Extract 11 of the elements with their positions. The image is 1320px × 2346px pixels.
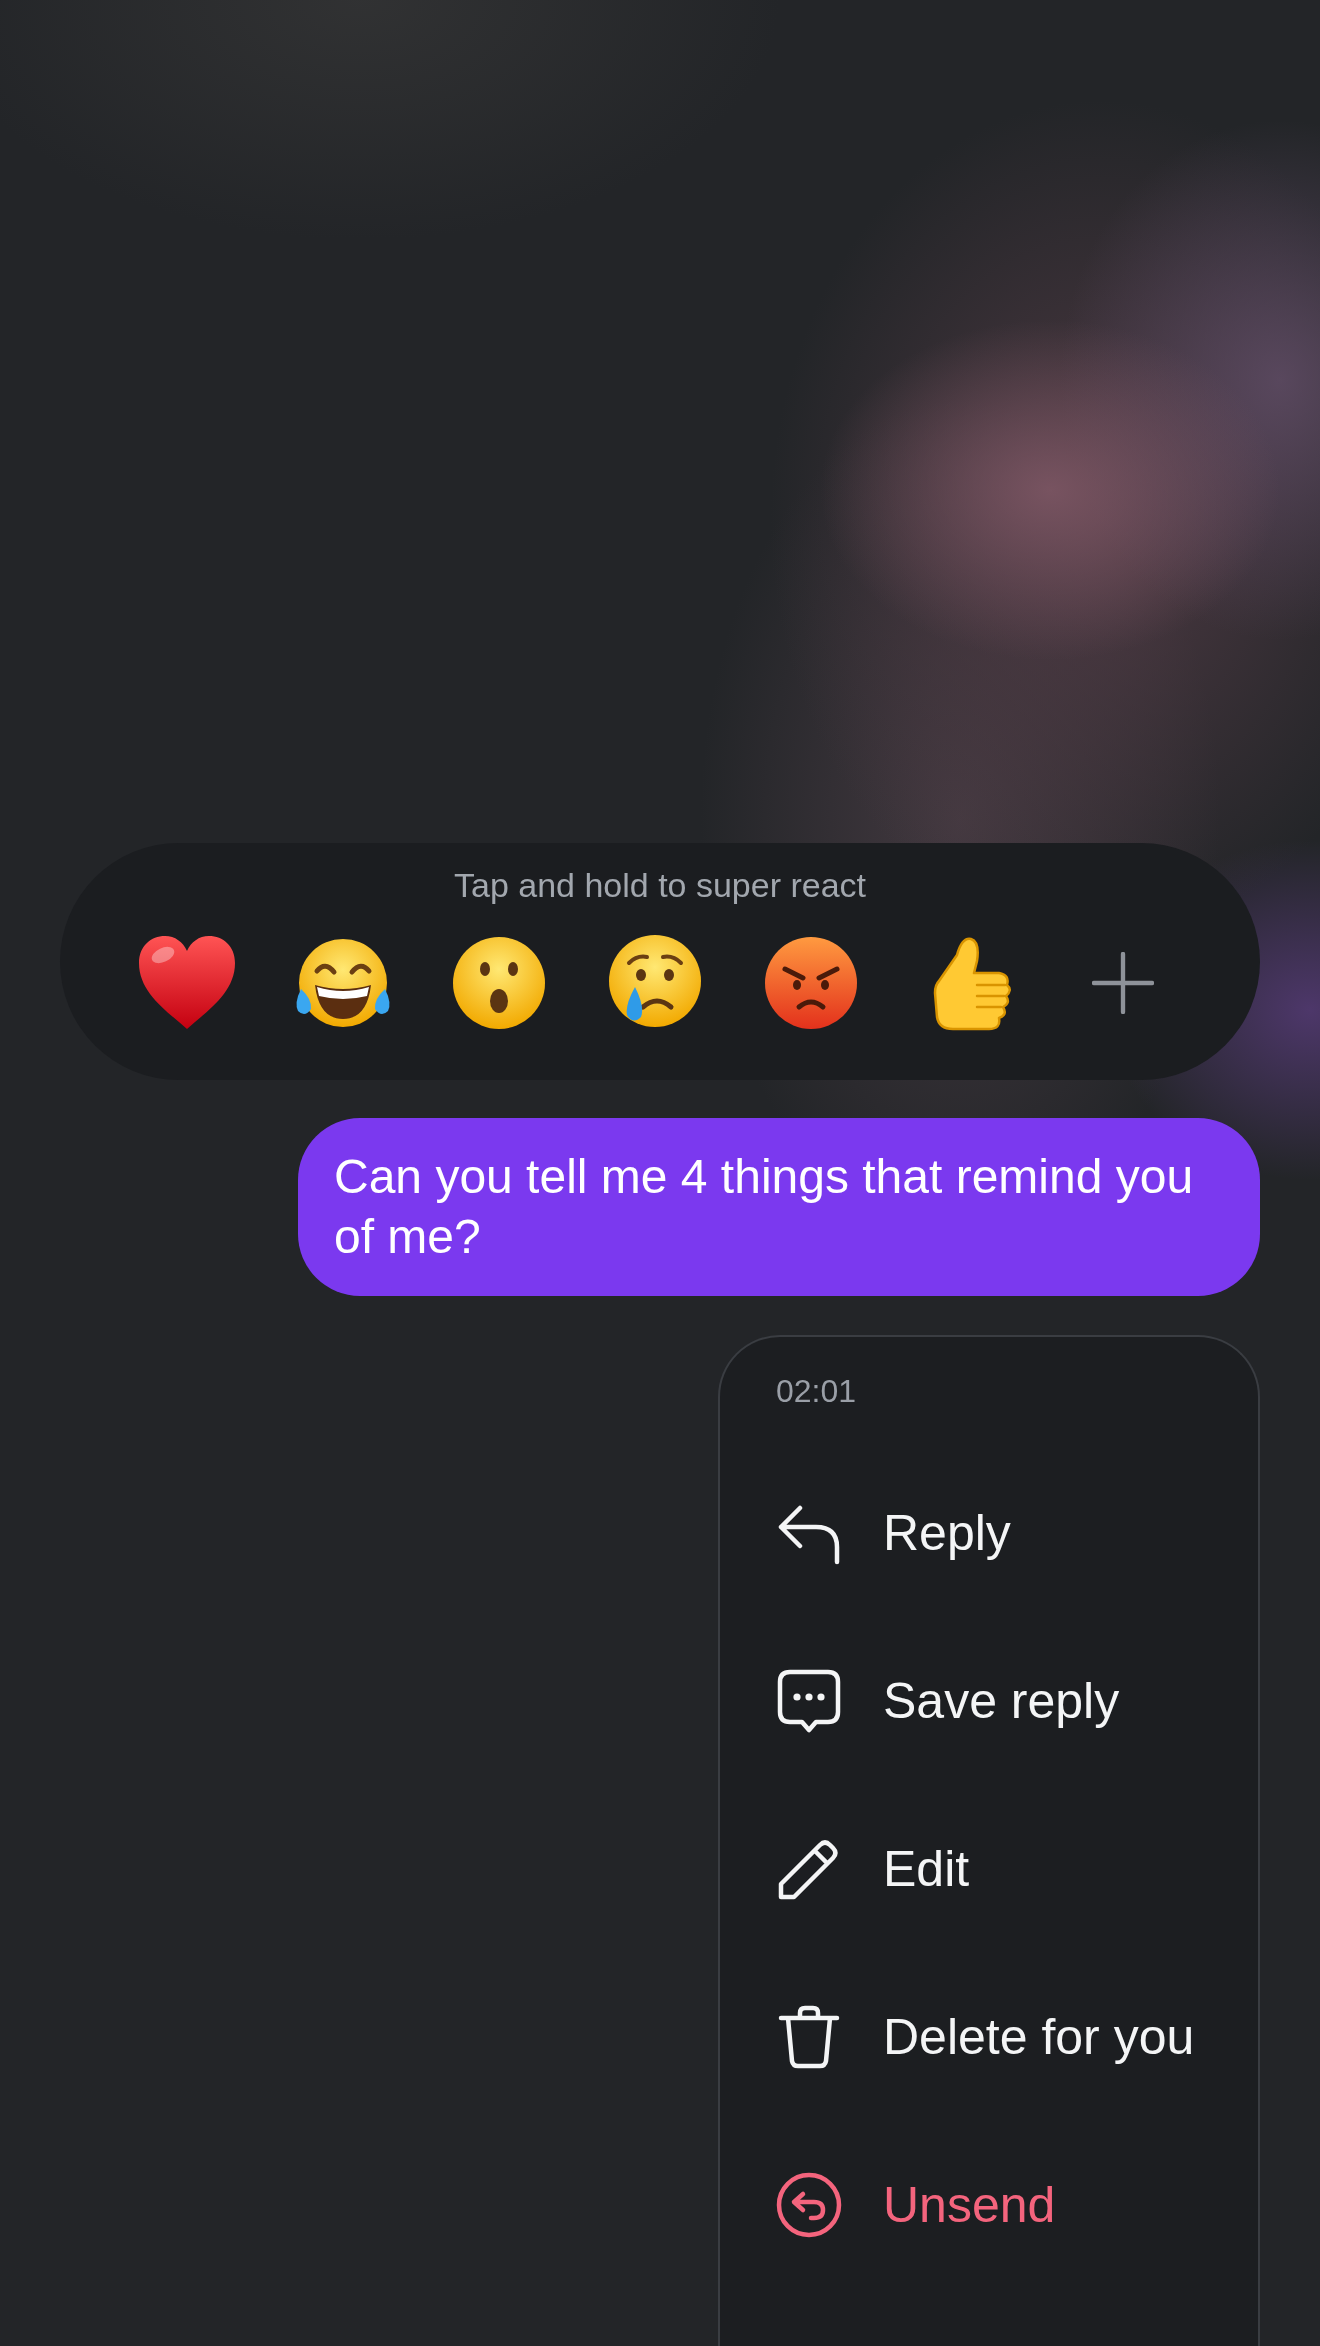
message-time: 02:01 — [776, 1372, 857, 1410]
edit-menu-item[interactable]: Edit — [776, 1836, 970, 1902]
message-text: Can you tell me 4 things that remind you of me? — [334, 1149, 1195, 1265]
unsend-menu-item[interactable]: Unsend — [776, 2172, 1056, 2238]
save-menu-item[interactable]: Save reply — [776, 1668, 1120, 1734]
reply-menu-item[interactable]: Reply — [776, 1500, 1011, 1566]
delete-menu-item[interactable]: Delete for you — [776, 2004, 1195, 2070]
speech-bubble-icon — [776, 1668, 842, 1734]
plus-icon[interactable] — [1092, 952, 1154, 1014]
trash-icon — [776, 2004, 842, 2070]
reaction-hint: Tap and hold to super react — [453, 865, 867, 905]
